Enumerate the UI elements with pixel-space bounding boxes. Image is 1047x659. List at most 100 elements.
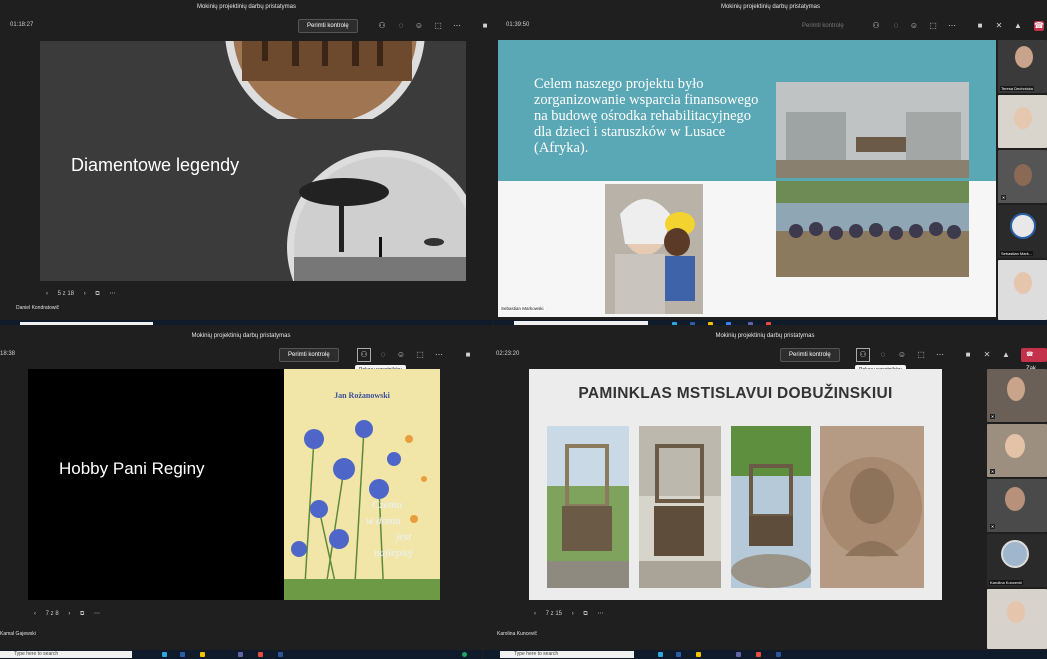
app-icon[interactable] (200, 652, 205, 657)
share-icon[interactable]: ⬚ (433, 21, 443, 31)
grid-view-icon[interactable]: ⧉ (583, 611, 587, 617)
participant-tile[interactable]: Karolina Kuncevič (987, 534, 1047, 587)
window-title: Mokinių projektinių darbų pristatymas (0, 329, 482, 343)
take-control-button[interactable]: Perimti kontrolę (793, 19, 853, 33)
participant-name: Karolina Kuncevič (989, 580, 1024, 585)
meeting-window-1: Mokinių projektinių darbų pristatymas 01… (0, 0, 493, 325)
mic-muted-icon: ✕ (990, 469, 995, 474)
app-icon[interactable] (278, 652, 283, 657)
reactions-icon[interactable]: ☺ (909, 21, 919, 31)
app-icon[interactable] (676, 652, 681, 657)
participant-tile[interactable]: ✕ (987, 479, 1047, 532)
participant-name: Teresa Dechnicka (1000, 86, 1034, 91)
window-title: Mokinių projektinių darbų pristatymas (494, 0, 1047, 14)
slide-counter: 5 z 18 (57, 291, 75, 297)
taskbar-search-box[interactable] (514, 321, 648, 325)
slide-more-icon[interactable]: ⋯ (109, 291, 115, 297)
teams-icon[interactable] (736, 652, 741, 657)
camera-icon[interactable]: ■ (975, 21, 985, 31)
teams-icon[interactable] (748, 322, 753, 325)
taskbar: Type here to search (0, 650, 482, 659)
share-icon[interactable]: ⬚ (415, 350, 425, 360)
app-icon[interactable] (658, 652, 663, 657)
slide-more-icon[interactable]: ⋯ (94, 611, 100, 617)
next-slide-icon[interactable]: › (84, 291, 86, 297)
prev-slide-icon[interactable]: ‹ (34, 611, 36, 617)
meeting-window-3: Mokinių projektinių darbų pristatymas 18… (0, 329, 482, 659)
participant-tile[interactable] (998, 260, 1047, 320)
prev-slide-icon[interactable]: ‹ (534, 611, 536, 617)
slide-title: Hobby Pani Reginy (59, 459, 205, 478)
slide-more-icon[interactable]: ⋯ (597, 611, 603, 617)
chat-icon[interactable]: ◌ (891, 21, 901, 31)
grid-view-icon[interactable]: ⧉ (80, 611, 84, 617)
app-icon[interactable] (766, 322, 771, 325)
app-icon[interactable] (696, 652, 701, 657)
take-control-button[interactable]: Perimti kontrolę (298, 19, 358, 33)
slide-navigation: ‹ 7 z 8 › ⧉ ⋯ (34, 610, 108, 618)
meeting-toolbar: 18:38 Perimti kontrolę ⚇ ◌ ☺ ⬚ ⋯ ■ (0, 343, 482, 367)
app-icon[interactable] (776, 652, 781, 657)
app-icon[interactable] (162, 652, 167, 657)
mic-off-icon[interactable]: ✕ (982, 350, 992, 360)
participants-icon[interactable]: ⚇ (871, 21, 881, 31)
teams-icon[interactable] (238, 652, 243, 657)
app-icon[interactable] (708, 322, 713, 325)
share-icon[interactable]: ⬚ (928, 21, 938, 31)
app-icon[interactable] (756, 652, 761, 657)
app-icon[interactable] (180, 652, 185, 657)
share-screen-icon[interactable]: ▲ (1013, 21, 1023, 31)
take-control-button[interactable]: Perimti kontrolę (780, 348, 840, 362)
reactions-icon[interactable]: ☺ (414, 21, 424, 31)
participants-icon[interactable]: ⚇ (357, 348, 371, 362)
app-icon[interactable] (726, 322, 731, 325)
participant-tile[interactable]: Teresa Dechnicka (998, 40, 1047, 93)
chat-icon[interactable]: ◌ (878, 350, 888, 360)
chat-icon[interactable]: ◌ (378, 350, 388, 360)
more-icon[interactable]: ⋯ (452, 21, 462, 31)
shared-slide: Diamentowe legendy (40, 41, 466, 281)
presenter-video-label: Sebastian Markowski (500, 306, 545, 311)
window-title: Mokinių projektinių darbų pristatymas (0, 0, 493, 14)
leave-icon[interactable]: ☎ (1034, 21, 1044, 31)
reactions-icon[interactable]: ☺ (396, 350, 406, 360)
share-icon[interactable]: ⬚ (916, 350, 926, 360)
camera-icon[interactable]: ■ (963, 350, 973, 360)
participant-tile[interactable]: ✕ (987, 369, 1047, 422)
slide-navigation: ‹ 7 z 15 › ⧉ ⋯ (534, 610, 611, 618)
participant-tile[interactable]: Sebastian Mark... (998, 205, 1047, 258)
participants-icon[interactable]: ⚇ (856, 348, 870, 362)
taskbar-search-box[interactable] (20, 322, 153, 325)
more-icon[interactable]: ⋯ (947, 21, 957, 31)
grid-view-icon[interactable]: ⧉ (95, 291, 99, 297)
take-control-button[interactable]: Perimti kontrolę (279, 348, 339, 362)
app-icon[interactable] (258, 652, 263, 657)
share-screen-icon[interactable]: ▲ (1001, 350, 1011, 360)
app-icon[interactable] (672, 322, 677, 325)
participant-tile[interactable] (987, 589, 1047, 649)
participant-tile[interactable]: ✕ (987, 424, 1047, 477)
tray-icon[interactable] (462, 652, 467, 657)
slide-counter: 7 z 8 (45, 611, 59, 617)
taskbar-search-box[interactable]: Type here to search (0, 651, 132, 658)
camera-icon[interactable]: ■ (480, 21, 490, 31)
meeting-window-2: Mokinių projektinių darbų pristatymas 01… (494, 0, 1047, 325)
shared-slide: Hobby Pani Reginy Jan Rożanowski Czemu w… (28, 369, 440, 600)
mic-off-icon[interactable]: ✕ (994, 21, 1004, 31)
prev-slide-icon[interactable]: ‹ (46, 291, 48, 297)
participants-icon[interactable]: ⚇ (377, 21, 387, 31)
participant-tile[interactable]: ✕ (998, 150, 1047, 203)
leave-button[interactable]: ☎ Zak (1021, 348, 1047, 372)
more-icon[interactable]: ⋯ (434, 350, 444, 360)
reactions-icon[interactable]: ☺ (897, 350, 907, 360)
next-slide-icon[interactable]: › (68, 611, 70, 617)
camera-icon[interactable]: ■ (463, 350, 473, 360)
taskbar-search-box[interactable]: Type here to search (500, 651, 634, 658)
next-slide-icon[interactable]: › (572, 611, 574, 617)
more-icon[interactable]: ⋯ (935, 350, 945, 360)
participant-tile[interactable] (998, 95, 1047, 148)
slide-photo-nun-child (605, 184, 703, 314)
meeting-toolbar: 01:39:50 Perimti kontrolę ⚇ ◌ ☺ ⬚ ⋯ ■ ✕ … (494, 14, 1047, 38)
app-icon[interactable] (690, 322, 695, 325)
chat-icon[interactable]: ◌ (396, 21, 406, 31)
